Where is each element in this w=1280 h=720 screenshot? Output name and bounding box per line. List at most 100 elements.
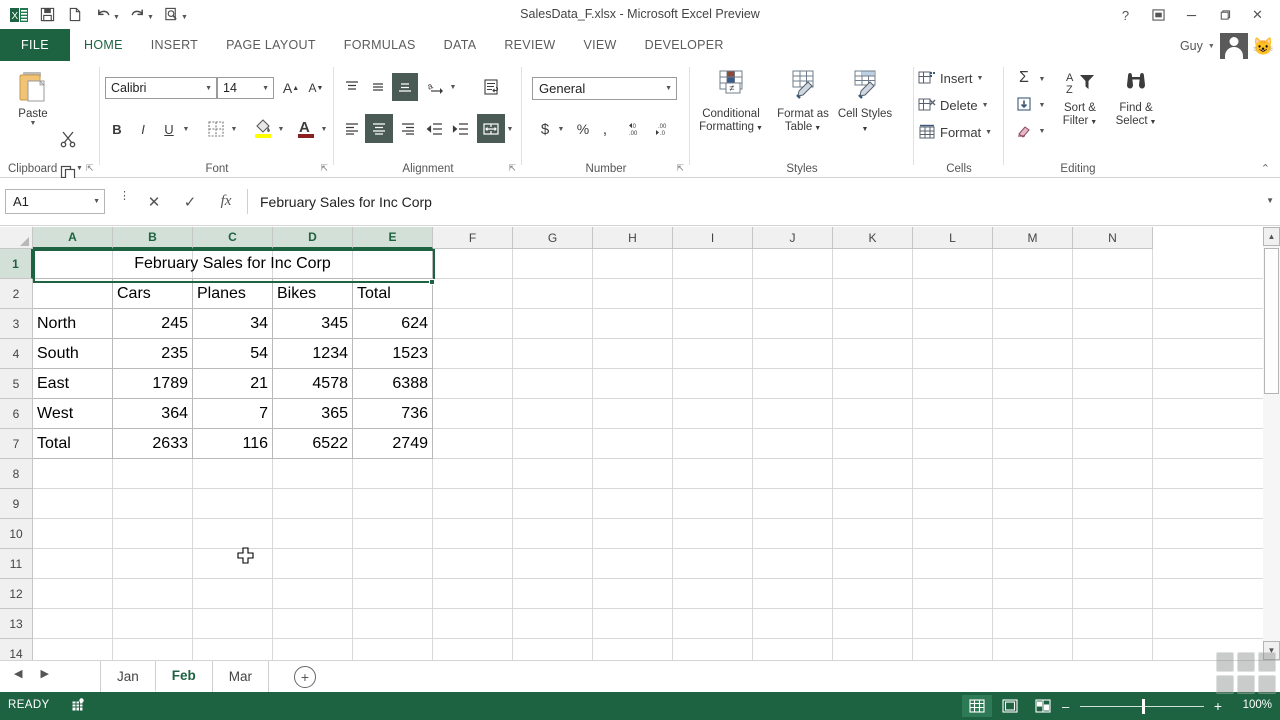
formula-input[interactable]: February Sales for Inc Corp bbox=[247, 189, 1258, 214]
number-format-select[interactable]: General ▼ bbox=[532, 77, 677, 100]
row-header-4[interactable]: 4 bbox=[0, 339, 33, 369]
font-size-dropdown-icon[interactable]: ▼ bbox=[262, 85, 269, 92]
cancel-edit-icon[interactable]: ✕ bbox=[136, 189, 172, 214]
tab-review[interactable]: REVIEW bbox=[490, 29, 569, 61]
column-header-K[interactable]: K bbox=[833, 227, 913, 249]
format-dropdown-icon[interactable]: ▼ bbox=[985, 129, 992, 136]
chevron-down-icon[interactable]: ▼ bbox=[1208, 43, 1215, 50]
align-right-button[interactable] bbox=[396, 117, 420, 141]
fill-handle[interactable] bbox=[429, 279, 435, 285]
tab-file[interactable]: FILE bbox=[0, 29, 70, 61]
cell-E5[interactable]: 6388 bbox=[353, 369, 433, 399]
page-break-view-button[interactable] bbox=[1028, 695, 1058, 717]
zoom-thumb[interactable] bbox=[1142, 699, 1145, 714]
row-header-10[interactable]: 10 bbox=[0, 519, 33, 549]
row-header-11[interactable]: 11 bbox=[0, 549, 33, 579]
cell-E2[interactable]: Total bbox=[353, 279, 433, 309]
number-dialog-launcher[interactable]: ⇱ bbox=[676, 163, 684, 174]
clear-dropdown-icon[interactable]: ▼ bbox=[1036, 123, 1048, 139]
tab-data[interactable]: DATA bbox=[430, 29, 491, 61]
ribbon-display-options-button[interactable] bbox=[1142, 4, 1175, 26]
align-top-button[interactable] bbox=[340, 75, 364, 99]
cell-D2[interactable]: Bikes bbox=[273, 279, 353, 309]
cell-B3[interactable]: 245 bbox=[113, 309, 193, 339]
fill-color-button[interactable] bbox=[250, 115, 276, 141]
copy-dropdown-icon[interactable]: ▼ bbox=[76, 165, 83, 172]
cell-A7[interactable]: Total bbox=[33, 429, 113, 459]
cell-B7[interactable]: 2633 bbox=[113, 429, 193, 459]
zoom-in-button[interactable]: + bbox=[1214, 698, 1222, 714]
cell-A1-merged-title[interactable]: February Sales for Inc Corp bbox=[33, 249, 433, 279]
decrease-decimal-button[interactable]: .00.0 bbox=[653, 117, 679, 141]
row-header-1[interactable]: 1 bbox=[0, 249, 33, 279]
tab-page-layout[interactable]: PAGE LAYOUT bbox=[212, 29, 330, 61]
user-account-area[interactable]: Guy ▼ 😺 bbox=[1180, 33, 1274, 59]
currency-dropdown-icon[interactable]: ▼ bbox=[555, 121, 567, 137]
cell-D5[interactable]: 4578 bbox=[273, 369, 353, 399]
zoom-out-button[interactable]: – bbox=[1062, 699, 1069, 714]
column-header-M[interactable]: M bbox=[993, 227, 1073, 249]
column-header-D[interactable]: D bbox=[273, 227, 353, 249]
insert-function-icon[interactable]: fx bbox=[208, 189, 244, 214]
clear-button[interactable] bbox=[1013, 119, 1035, 141]
column-header-L[interactable]: L bbox=[913, 227, 993, 249]
fill-button[interactable] bbox=[1013, 93, 1035, 115]
increase-indent-button[interactable] bbox=[448, 117, 472, 141]
row-header-5[interactable]: 5 bbox=[0, 369, 33, 399]
cell-D3[interactable]: 345 bbox=[273, 309, 353, 339]
column-header-E[interactable]: E bbox=[353, 227, 433, 249]
conditional-formatting-button[interactable]: ≠ Conditional Formatting ▼ bbox=[694, 69, 768, 135]
confirm-edit-icon[interactable]: ✓ bbox=[172, 189, 208, 214]
font-size-input[interactable]: 14 ▼ bbox=[217, 77, 274, 99]
row-header-2[interactable]: 2 bbox=[0, 279, 33, 309]
sheet-tab-feb[interactable]: Feb bbox=[154, 661, 212, 692]
font-name-input[interactable]: Calibri ▼ bbox=[105, 77, 217, 99]
select-all-corner[interactable] bbox=[0, 227, 33, 249]
format-cells-button[interactable]: Format ▼ bbox=[918, 123, 992, 141]
column-header-A[interactable]: A bbox=[33, 227, 113, 249]
sort-and-filter-button[interactable]: AZ Sort & Filter ▼ bbox=[1052, 69, 1108, 129]
zoom-level-label[interactable]: 100% bbox=[1243, 699, 1272, 711]
row-header-7[interactable]: 7 bbox=[0, 429, 33, 459]
minimize-button[interactable] bbox=[1175, 4, 1208, 26]
cell-C4[interactable]: 54 bbox=[193, 339, 273, 369]
borders-dropdown-icon[interactable]: ▼ bbox=[228, 121, 240, 137]
column-header-C[interactable]: C bbox=[193, 227, 273, 249]
merge-dropdown-icon[interactable]: ▼ bbox=[504, 121, 516, 137]
number-format-dropdown-icon[interactable]: ▼ bbox=[665, 85, 672, 92]
cell-C7[interactable]: 116 bbox=[193, 429, 273, 459]
paste-dropdown-icon[interactable]: ▼ bbox=[10, 120, 56, 127]
insert-dropdown-icon[interactable]: ▼ bbox=[977, 75, 984, 82]
sheet-tab-mar[interactable]: Mar bbox=[211, 661, 270, 692]
name-box-dropdown-icon[interactable]: ▼ bbox=[93, 198, 100, 205]
row-header-8[interactable]: 8 bbox=[0, 459, 33, 489]
font-dialog-launcher[interactable]: ⇱ bbox=[320, 163, 328, 174]
cell-E7[interactable]: 2749 bbox=[353, 429, 433, 459]
next-sheet-icon[interactable]: ▶ bbox=[40, 667, 48, 680]
merge-and-center-button[interactable] bbox=[477, 114, 505, 143]
close-button[interactable]: ✕ bbox=[1241, 4, 1274, 26]
bold-button[interactable]: B bbox=[105, 117, 129, 141]
normal-view-button[interactable] bbox=[962, 695, 992, 717]
borders-button[interactable] bbox=[203, 117, 229, 141]
decrease-font-size-button[interactable]: A ▼ bbox=[305, 77, 327, 99]
cell-C6[interactable]: 7 bbox=[193, 399, 273, 429]
tab-developer[interactable]: DEVELOPER bbox=[631, 29, 738, 61]
scroll-up-button[interactable]: ▲ bbox=[1263, 227, 1280, 246]
zoom-slider[interactable]: – + bbox=[1062, 695, 1222, 717]
cell-A5[interactable]: East bbox=[33, 369, 113, 399]
cell-E6[interactable]: 736 bbox=[353, 399, 433, 429]
expand-formula-bar-icon[interactable]: ▼ bbox=[1266, 196, 1274, 205]
font-name-dropdown-icon[interactable]: ▼ bbox=[205, 85, 212, 92]
fill-dropdown-icon[interactable]: ▼ bbox=[1036, 97, 1048, 113]
increase-decimal-button[interactable]: .0.00 bbox=[626, 117, 652, 141]
currency-button[interactable]: $ bbox=[534, 117, 556, 141]
tab-home[interactable]: HOME bbox=[70, 29, 137, 61]
vertical-scroll-thumb[interactable] bbox=[1264, 248, 1279, 394]
font-color-button[interactable]: A bbox=[293, 115, 319, 141]
cut-icon[interactable] bbox=[56, 127, 80, 151]
cell-E4[interactable]: 1523 bbox=[353, 339, 433, 369]
column-header-B[interactable]: B bbox=[113, 227, 193, 249]
cell-D7[interactable]: 6522 bbox=[273, 429, 353, 459]
cell-B5[interactable]: 1789 bbox=[113, 369, 193, 399]
